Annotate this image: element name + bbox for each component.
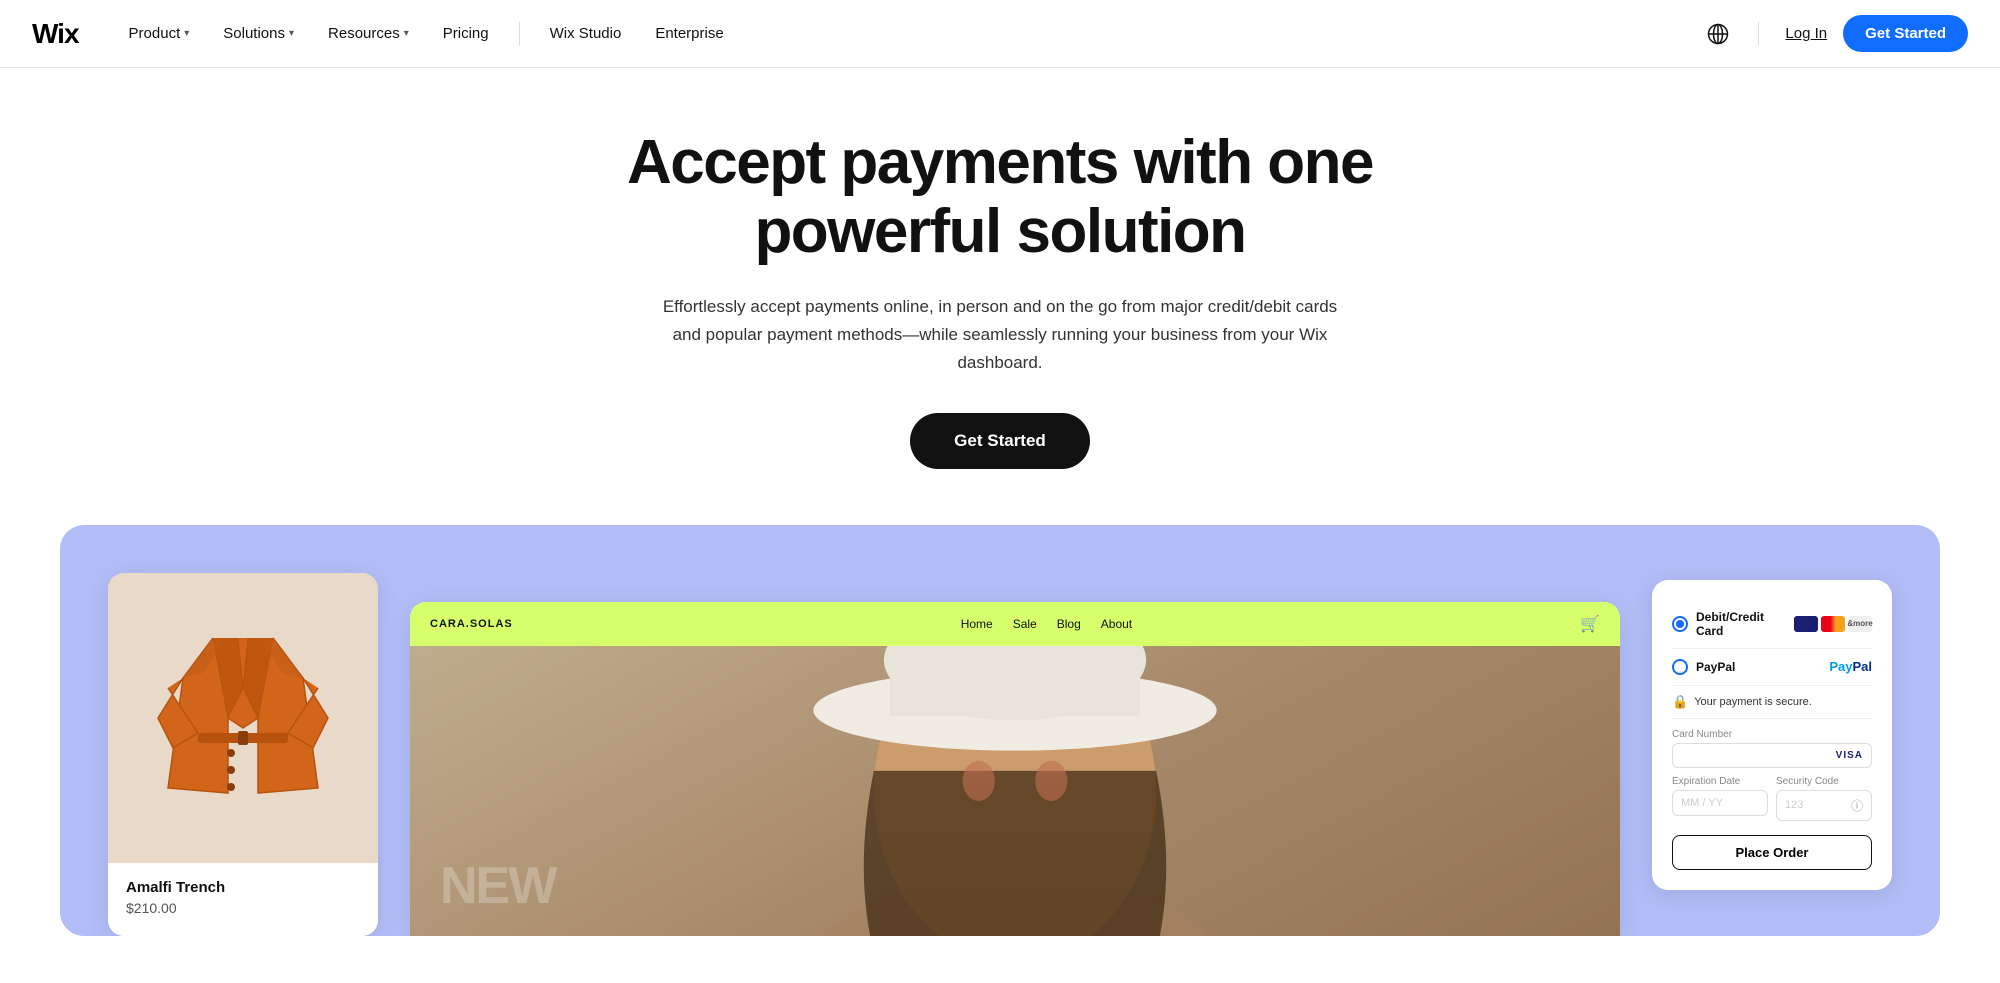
navigation: Wix Product ▾ Solutions ▾ Resources ▾ Pr… bbox=[0, 0, 2000, 68]
payment-card: Debit/Credit Card &more PayPal PayPal 🔒 … bbox=[1652, 580, 1892, 890]
hero-section: Accept payments with one powerful soluti… bbox=[0, 68, 2000, 469]
store-nav-home[interactable]: Home bbox=[961, 617, 993, 631]
nav-link-pricing[interactable]: Pricing bbox=[429, 17, 503, 50]
expiry-label: Expiration Date bbox=[1672, 776, 1768, 787]
nav-link-wix-studio[interactable]: Wix Studio bbox=[536, 17, 636, 50]
product-image bbox=[108, 573, 378, 863]
store-hero-image: NEW bbox=[410, 646, 1620, 936]
product-card: Amalfi Trench $210.00 bbox=[108, 573, 378, 936]
nav-link-enterprise[interactable]: Enterprise bbox=[641, 17, 737, 50]
nav-get-started-button[interactable]: Get Started bbox=[1843, 15, 1968, 52]
store-navbar: CARA.SOLAS Home Sale Blog About 🛒 bbox=[410, 602, 1620, 646]
store-nav-about[interactable]: About bbox=[1101, 617, 1132, 631]
card-number-label: Card Number bbox=[1672, 729, 1872, 740]
login-link[interactable]: Log In bbox=[1785, 25, 1827, 42]
payment-fields: Card Number VISA Expiration Date MM / YY… bbox=[1672, 719, 1872, 870]
card-logos: &more bbox=[1794, 616, 1872, 632]
store-brand: CARA.SOLAS bbox=[430, 618, 513, 630]
store-hero-text: NEW bbox=[440, 856, 555, 916]
expiry-cvv-row: Expiration Date MM / YY Security Code 12… bbox=[1672, 776, 1872, 821]
store-preview: CARA.SOLAS Home Sale Blog About 🛒 bbox=[410, 602, 1620, 936]
cvv-field: Security Code 123 ⓘ bbox=[1776, 776, 1872, 821]
coat-illustration bbox=[153, 588, 333, 848]
chevron-down-icon: ▾ bbox=[404, 28, 409, 39]
debit-label: Debit/Credit Card bbox=[1696, 610, 1786, 638]
cvv-input[interactable]: 123 ⓘ bbox=[1776, 790, 1872, 821]
paypal-logo: PayPal bbox=[1829, 659, 1872, 674]
hero-title: Accept payments with one powerful soluti… bbox=[590, 128, 1410, 267]
nav-link-product[interactable]: Product ▾ bbox=[115, 17, 204, 50]
store-nav-links: Home Sale Blog About bbox=[545, 617, 1548, 631]
expiry-input[interactable]: MM / YY bbox=[1672, 790, 1768, 816]
lock-icon: 🔒 bbox=[1672, 694, 1688, 710]
secure-row: 🔒 Your payment is secure. bbox=[1672, 686, 1872, 719]
card-number-field: Card Number VISA bbox=[1672, 729, 1872, 768]
hero-subtitle: Effortlessly accept payments online, in … bbox=[660, 293, 1340, 377]
paypal-option[interactable]: PayPal PayPal bbox=[1672, 649, 1872, 686]
info-icon[interactable]: ⓘ bbox=[1851, 797, 1863, 814]
card-number-input[interactable]: VISA bbox=[1672, 743, 1872, 768]
product-price: $210.00 bbox=[126, 900, 360, 916]
more-logo: &more bbox=[1848, 616, 1872, 632]
paypal-radio[interactable] bbox=[1672, 659, 1688, 675]
product-name: Amalfi Trench bbox=[126, 879, 360, 896]
visa-logo bbox=[1794, 616, 1818, 632]
product-card-info: Amalfi Trench $210.00 bbox=[108, 863, 378, 936]
secure-text: Your payment is secure. bbox=[1694, 696, 1812, 708]
visa-badge: VISA bbox=[1836, 750, 1863, 761]
hero-cta-button[interactable]: Get Started bbox=[910, 413, 1090, 469]
paypal-label: PayPal bbox=[1696, 660, 1821, 674]
debit-credit-option[interactable]: Debit/Credit Card &more bbox=[1672, 600, 1872, 649]
cvv-label: Security Code bbox=[1776, 776, 1872, 787]
nav-link-solutions[interactable]: Solutions ▾ bbox=[209, 17, 308, 50]
chevron-down-icon: ▾ bbox=[184, 28, 189, 39]
nav-links: Product ▾ Solutions ▾ Resources ▾ Pricin… bbox=[115, 17, 1705, 50]
mastercard-logo bbox=[1821, 616, 1845, 632]
model-illustration bbox=[410, 646, 1620, 936]
nav-link-resources[interactable]: Resources ▾ bbox=[314, 17, 423, 50]
place-order-button[interactable]: Place Order bbox=[1672, 835, 1872, 870]
globe-icon[interactable] bbox=[1704, 20, 1732, 48]
debit-radio[interactable] bbox=[1672, 616, 1688, 632]
store-nav-sale[interactable]: Sale bbox=[1013, 617, 1037, 631]
showcase-section: Amalfi Trench $210.00 CARA.SOLAS Home Sa… bbox=[60, 525, 1940, 936]
nav-right: Log In Get Started bbox=[1704, 15, 1968, 52]
chevron-down-icon: ▾ bbox=[289, 28, 294, 39]
wix-logo[interactable]: Wix bbox=[32, 18, 79, 50]
cart-icon[interactable]: 🛒 bbox=[1580, 614, 1600, 634]
nav-divider bbox=[519, 22, 520, 46]
nav-divider-2 bbox=[1758, 22, 1759, 46]
expiry-field: Expiration Date MM / YY bbox=[1672, 776, 1768, 821]
store-nav-blog[interactable]: Blog bbox=[1057, 617, 1081, 631]
